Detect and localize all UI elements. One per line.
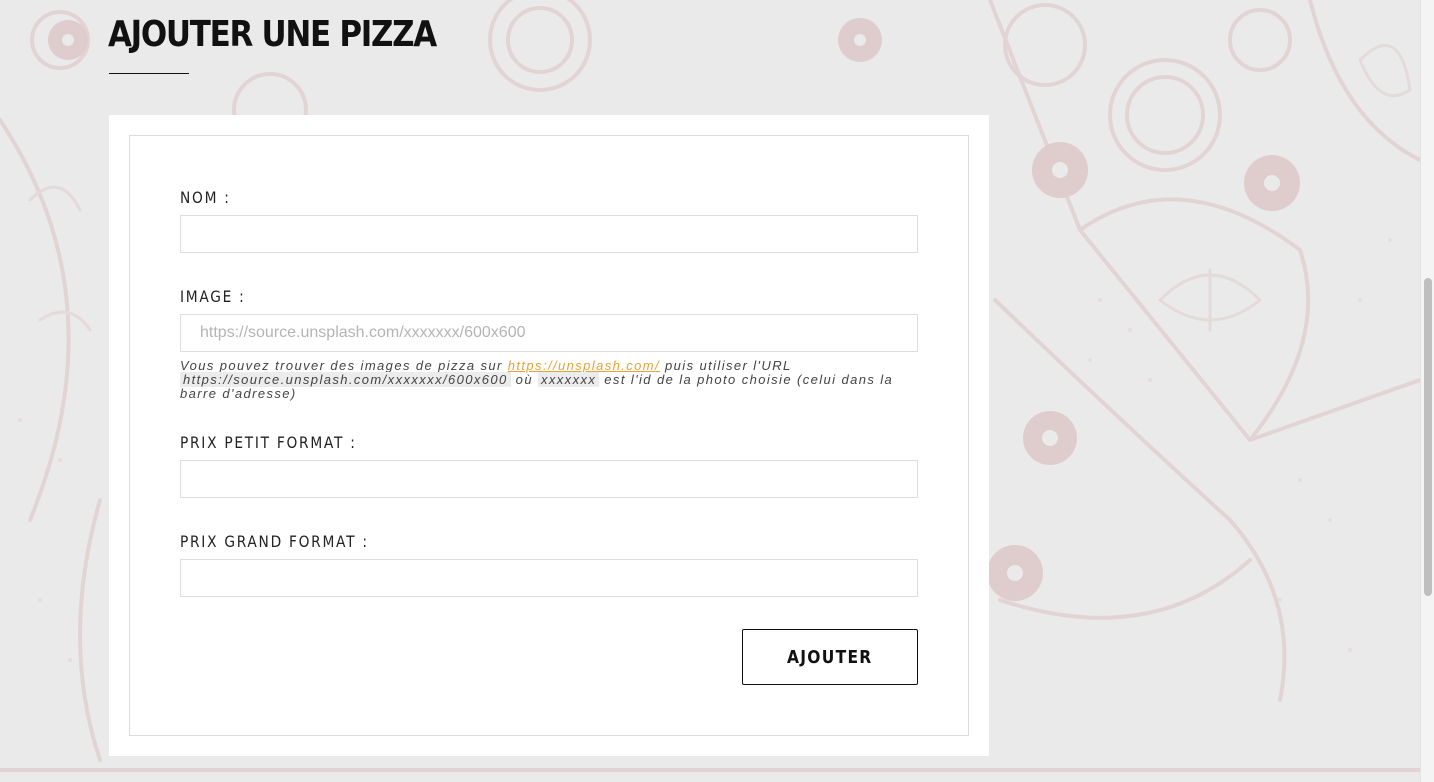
page-title: AJOUTER UNE PIZZA [108,14,437,55]
scrollbar-thumb[interactable] [1424,278,1432,596]
nom-label: NOM : [180,188,231,207]
ajouter-button[interactable]: AJOUTER [742,629,918,685]
image-label: IMAGE : [180,287,246,306]
unsplash-link[interactable]: https://unsplash.com/ [508,358,660,373]
title-underline [109,73,189,74]
help-text-part: puis utiliser l'URL [660,358,792,373]
nom-input[interactable] [180,215,918,253]
vertical-scrollbar[interactable] [1420,0,1434,782]
ajouter-button-label: AJOUTER [787,646,873,668]
help-text-part: où [510,372,538,387]
add-pizza-form-card: NOM : IMAGE : Vous pouvez trouver des im… [109,115,989,756]
form-container: NOM : IMAGE : Vous pouvez trouver des im… [129,135,969,736]
url-code-sample: https://source.unsplash.com/xxxxxxx/600x… [180,372,511,387]
prix-grand-format-input[interactable] [180,559,918,597]
prix-grand-format-label: PRIX GRAND FORMAT : [180,532,369,551]
image-url-input[interactable] [180,314,918,352]
image-help-text: Vous pouvez trouver des images de pizza … [180,359,920,401]
prix-petit-format-label: PRIX PETIT FORMAT : [180,433,357,452]
id-code-sample: xxxxxxx [537,372,600,387]
prix-petit-format-input[interactable] [180,460,918,498]
help-text-part: Vous pouvez trouver des images de pizza … [180,358,508,373]
